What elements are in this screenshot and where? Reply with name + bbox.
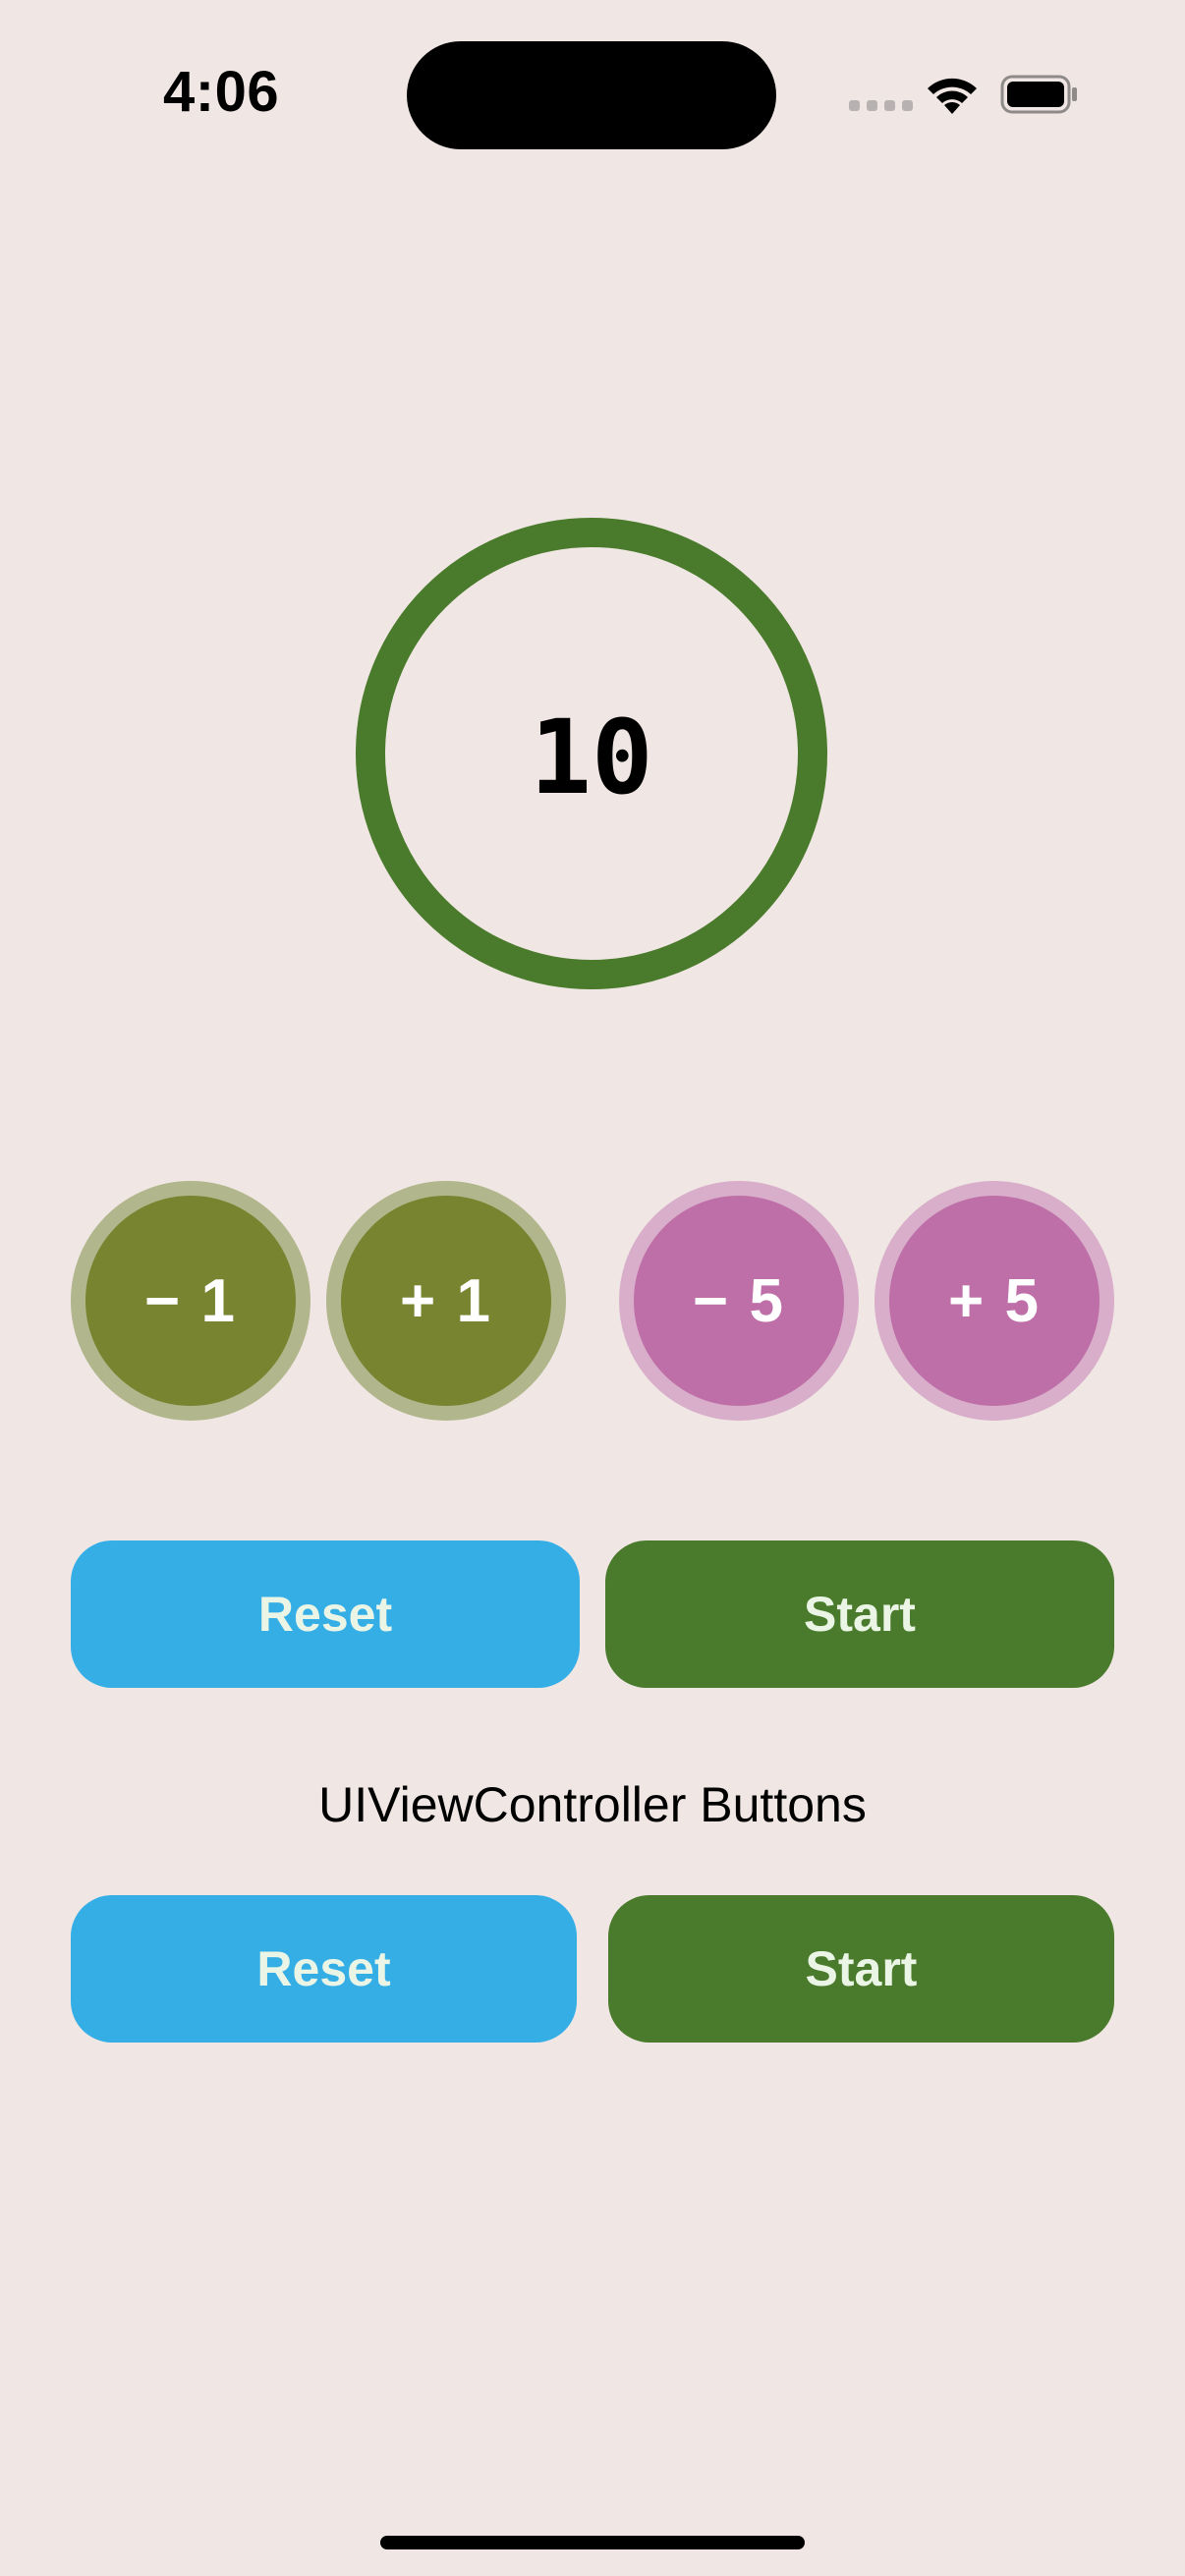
- plus-five-button[interactable]: + 5: [875, 1181, 1114, 1421]
- section-title: UIViewController Buttons: [318, 1777, 867, 1832]
- uikit-start-button-label: Start: [805, 1941, 918, 1996]
- uikit-start-button[interactable]: Start: [608, 1895, 1114, 2043]
- start-button-label: Start: [804, 1587, 916, 1642]
- reset-button-label: Reset: [257, 1587, 393, 1642]
- start-button[interactable]: Start: [605, 1540, 1114, 1688]
- minus-five-button[interactable]: − 5: [619, 1181, 859, 1421]
- wifi-icon: [928, 78, 977, 114]
- dynamic-island: [407, 41, 776, 149]
- reset-button[interactable]: Reset: [71, 1540, 580, 1688]
- uikit-reset-button[interactable]: Reset: [71, 1895, 577, 2043]
- home-indicator[interactable]: [380, 2536, 805, 2549]
- counter-ring: 10: [356, 518, 827, 989]
- battery-icon: [1000, 75, 1077, 114]
- counter-value: 10: [530, 698, 653, 817]
- minus-one-label: − 1: [144, 1266, 237, 1335]
- plus-five-label: + 5: [948, 1266, 1041, 1335]
- status-time: 4:06: [163, 60, 280, 124]
- uikit-reset-button-label: Reset: [256, 1941, 391, 1996]
- cellular-signal-icon: [849, 100, 913, 111]
- plus-one-label: + 1: [400, 1266, 492, 1335]
- plus-one-button[interactable]: + 1: [326, 1181, 566, 1421]
- minus-five-label: − 5: [693, 1266, 785, 1335]
- minus-one-button[interactable]: − 1: [71, 1181, 310, 1421]
